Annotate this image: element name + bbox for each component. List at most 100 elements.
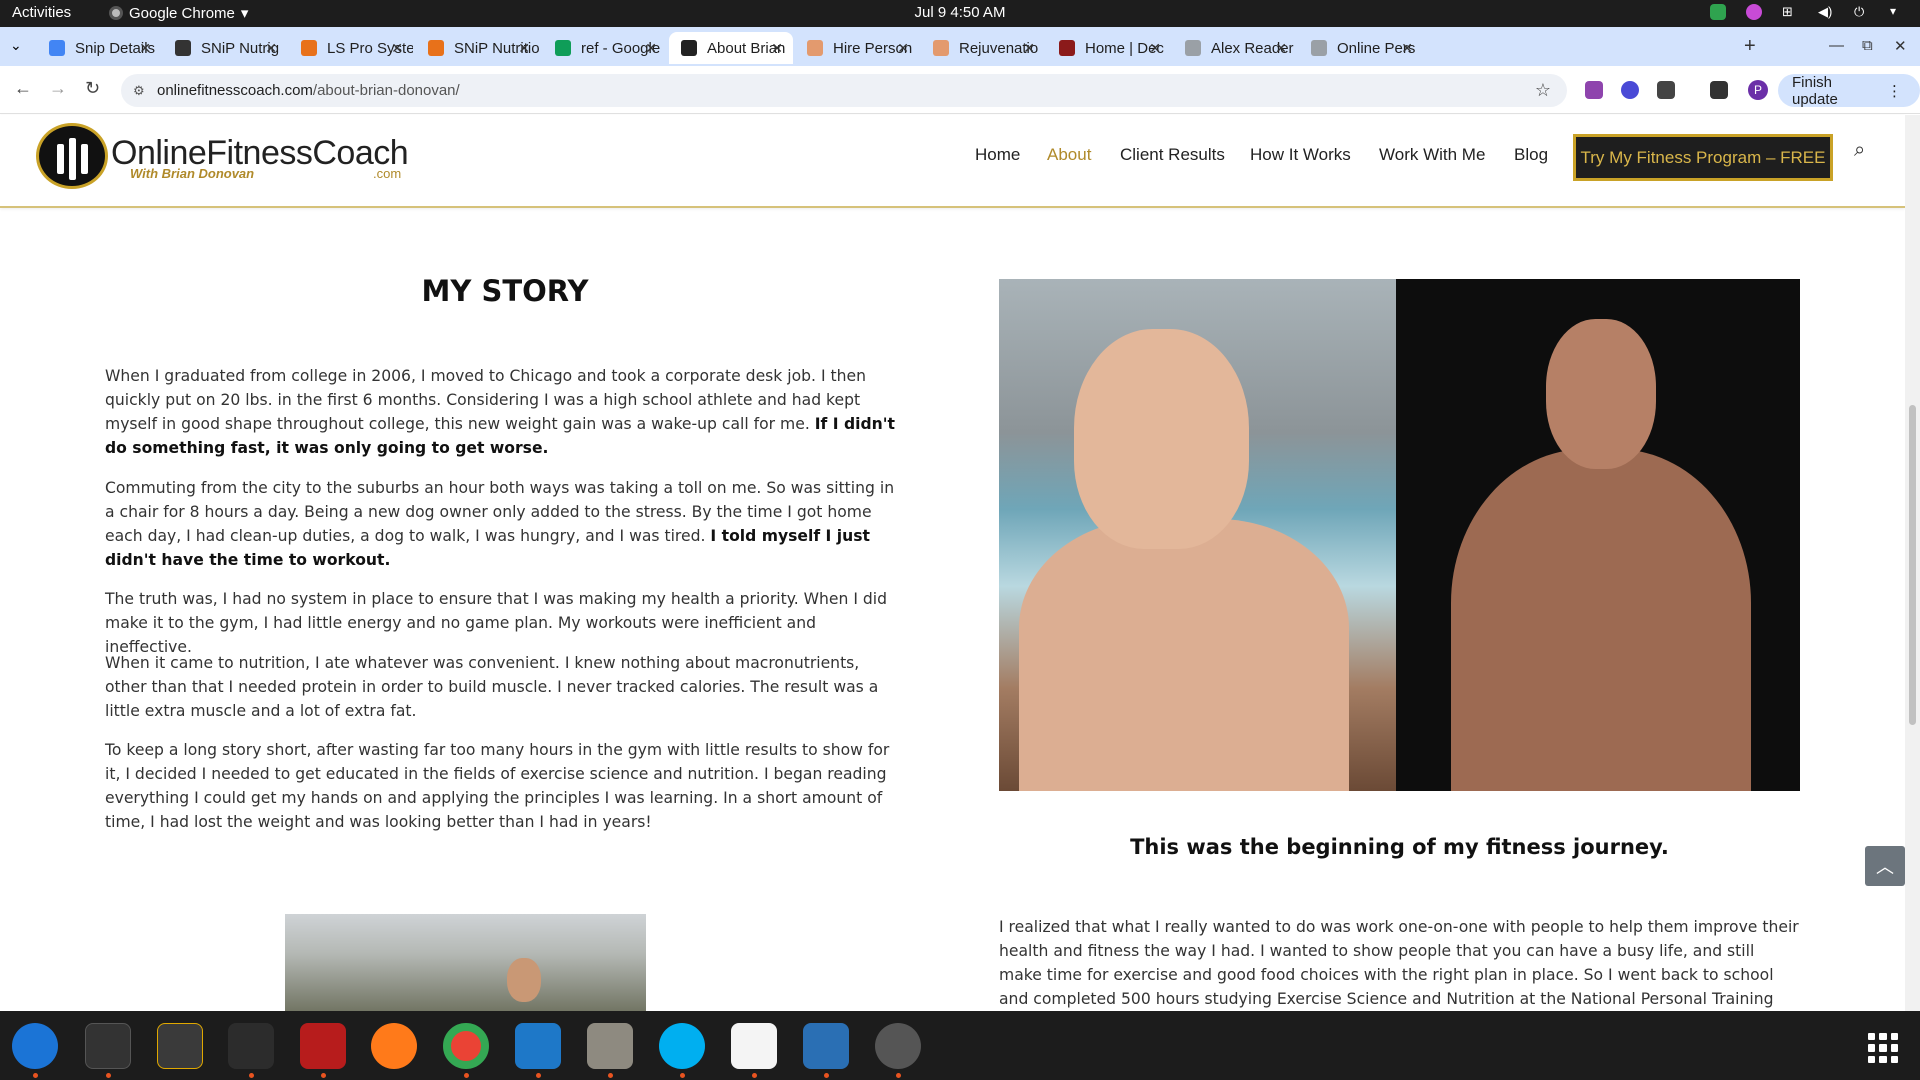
nav-client-results[interactable]: Client Results <box>1120 145 1225 165</box>
tab-search-icon[interactable]: ⌄ <box>10 37 22 54</box>
filezilla-icon[interactable] <box>300 1023 346 1069</box>
tab-favicon-icon <box>301 40 317 56</box>
profile-avatar[interactable]: P <box>1748 80 1768 100</box>
app-menu[interactable]: Google Chrome ▾ <box>109 4 248 22</box>
logo-subtitle: With Brian Donovan <box>130 166 255 181</box>
before-after-photo <box>999 279 1800 791</box>
extensions-puzzle-icon[interactable] <box>1657 81 1675 99</box>
nav-home[interactable]: Home <box>975 145 1020 165</box>
chrome-icon <box>109 6 123 20</box>
finish-update-button[interactable]: Finish update ⋮ <box>1778 74 1920 108</box>
volume-icon[interactable]: ◀) <box>1818 4 1834 20</box>
disk-utility-icon[interactable] <box>875 1023 921 1069</box>
network-icon[interactable]: ⊞ <box>1782 4 1798 20</box>
tab-close-icon[interactable]: ✕ <box>1149 40 1161 57</box>
chevron-down-icon[interactable]: ▾ <box>1890 4 1906 20</box>
logo-com: .com <box>373 166 402 181</box>
try-program-button[interactable]: Try My Fitness Program – FREE <box>1573 134 1833 181</box>
restore-icon[interactable]: ⧉ <box>1862 37 1873 54</box>
nav-blog[interactable]: Blog <box>1514 145 1548 165</box>
tab-close-icon[interactable]: ✕ <box>265 40 277 57</box>
tab-favicon-icon <box>1185 40 1201 56</box>
bookmark-star-icon[interactable]: ☆ <box>1535 80 1551 101</box>
tab-close-icon[interactable]: ✕ <box>771 40 783 57</box>
new-tab-button[interactable]: + <box>1744 35 1756 58</box>
after-photo <box>1396 279 1800 791</box>
minimize-icon[interactable]: — <box>1829 37 1844 54</box>
close-window-icon[interactable]: ✕ <box>1894 37 1907 55</box>
show-apps-icon[interactable] <box>1868 1033 1898 1063</box>
terminal-icon[interactable] <box>85 1023 131 1069</box>
download-icon[interactable] <box>1710 81 1728 99</box>
forward-icon[interactable]: → <box>49 78 67 99</box>
tab-close-icon[interactable]: ✕ <box>1275 40 1287 57</box>
nav-about[interactable]: About <box>1047 145 1091 165</box>
browser-tab[interactable]: LS Pro Syste ✕ <box>289 32 413 64</box>
tab-close-icon[interactable]: ✕ <box>645 40 657 57</box>
story-paragraph-3: The truth was, I had no system in place … <box>105 590 888 656</box>
photo-caption: This was the beginning of my fitness jou… <box>1130 835 1669 859</box>
firefox-icon[interactable] <box>371 1023 417 1069</box>
system-tray[interactable]: ⊞ ◀) ⏻ ▾ <box>1710 4 1906 20</box>
tab-close-icon[interactable]: ✕ <box>391 40 403 57</box>
activities-button[interactable]: Activities <box>12 4 71 21</box>
dock <box>0 1011 1920 1080</box>
tab-close-icon[interactable]: ✕ <box>139 40 151 57</box>
tab-strip: ⌄ Snip Details ✕ SNiP Nutrig ✕ LS Pro Syste ✕… <box>0 27 1920 66</box>
clock[interactable]: Jul 9 4:50 AM <box>0 4 1920 21</box>
tab-close-icon[interactable]: ✕ <box>897 40 909 57</box>
reload-icon[interactable]: ↻ <box>85 78 100 99</box>
writer-icon[interactable] <box>803 1023 849 1069</box>
files-icon[interactable] <box>587 1023 633 1069</box>
paragraph-text: When I graduated from college in 2006, I… <box>105 367 867 433</box>
app-menu-label: Google Chrome <box>129 4 235 22</box>
system-monitor-icon[interactable] <box>228 1023 274 1069</box>
nav-work-with-me[interactable]: Work With Me <box>1379 145 1485 165</box>
nav-how-it-works[interactable]: How It Works <box>1250 145 1351 165</box>
story-paragraph-4: When it came to nutrition, I ate whateve… <box>105 654 879 720</box>
pen-extension-icon[interactable] <box>1585 81 1603 99</box>
browser-tab[interactable]: Rejuvenatio ✕ <box>921 32 1045 64</box>
chrome-dock-icon[interactable] <box>443 1023 489 1069</box>
browser-tab[interactable]: Home | Dec ✕ <box>1047 32 1171 64</box>
browser-tab[interactable]: SNiP Nutrig ✕ <box>163 32 287 64</box>
url-path: /about-brian-donovan/ <box>312 82 460 99</box>
before-photo <box>999 279 1396 791</box>
vscode-icon[interactable] <box>515 1023 561 1069</box>
back-icon[interactable]: ← <box>14 78 32 99</box>
browser-tab[interactable]: Online Pers ✕ <box>1299 32 1423 64</box>
page-scrollbar[interactable] <box>1905 115 1920 1011</box>
scrollbar-thumb[interactable] <box>1909 405 1916 725</box>
site-info-icon[interactable]: ⚙ <box>133 83 145 99</box>
logo-icon[interactable] <box>36 123 108 189</box>
skype-icon[interactable] <box>659 1023 705 1069</box>
browser-toolbar: ← → ↻ ⚙ onlinefitnesscoach.com/about-bri… <box>0 66 1920 114</box>
calculator-icon[interactable] <box>157 1023 203 1069</box>
browser-tab[interactable]: ref - Google ✕ <box>543 32 667 64</box>
update-icon[interactable] <box>1710 4 1726 20</box>
browser-tab[interactable]: SNiP Nutritio ✕ <box>416 32 540 64</box>
mountain-photo <box>285 914 646 1011</box>
gear-extension-icon[interactable] <box>1621 81 1639 99</box>
tab-favicon-icon <box>807 40 823 56</box>
browser-tab[interactable]: About Brian ✕ <box>669 32 793 64</box>
browser-tab[interactable]: Snip Details ✕ <box>37 32 161 64</box>
tab-close-icon[interactable]: ✕ <box>518 40 530 57</box>
story-paragraph-5: To keep a long story short, after wastin… <box>105 741 890 831</box>
browser-tab[interactable]: Hire Person ✕ <box>795 32 919 64</box>
tab-favicon-icon <box>681 40 697 56</box>
search-icon[interactable]: ⌕ <box>1854 139 1865 162</box>
browser-tab[interactable]: Alex Reader ✕ <box>1173 32 1297 64</box>
tab-close-icon[interactable]: ✕ <box>1401 40 1413 57</box>
scroll-to-top-button[interactable]: ︿ <box>1865 846 1905 886</box>
address-bar[interactable]: ⚙ onlinefitnesscoach.com/about-brian-don… <box>121 74 1567 107</box>
story-paragraph-1: When I graduated from college in 2006, I… <box>105 364 905 460</box>
ai-icon[interactable] <box>1746 4 1762 20</box>
url-host: onlinefitnesscoach.com <box>157 82 313 99</box>
thunderbird-icon[interactable] <box>12 1023 58 1069</box>
story-title: MY STORY <box>421 274 589 308</box>
tab-close-icon[interactable]: ✕ <box>1023 40 1035 57</box>
text-editor-icon[interactable] <box>731 1023 777 1069</box>
power-icon[interactable]: ⏻ <box>1854 4 1870 20</box>
tab-favicon-icon <box>555 40 571 56</box>
